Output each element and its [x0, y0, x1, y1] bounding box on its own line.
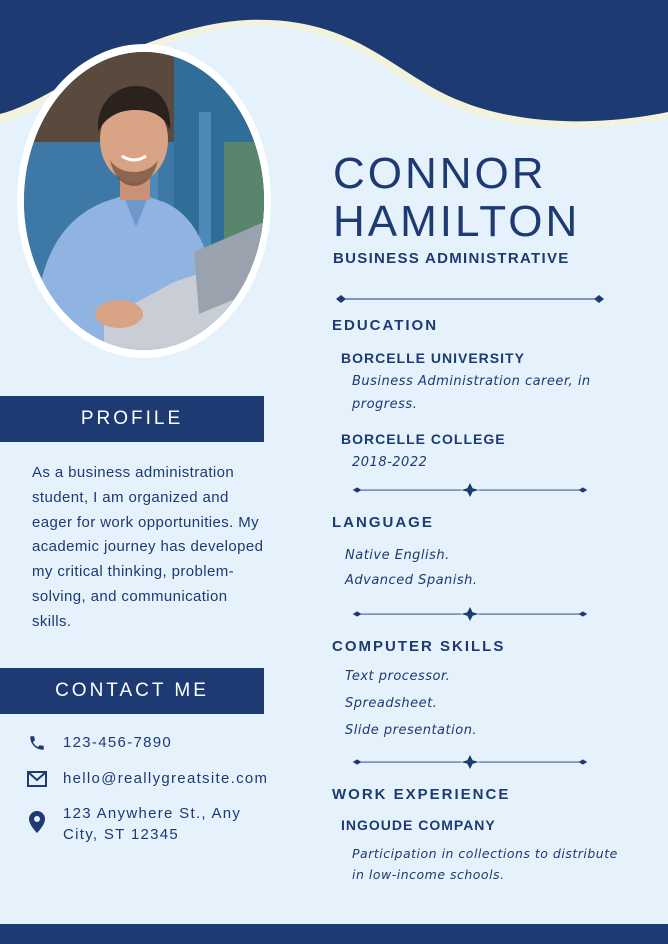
profile-photo — [24, 52, 264, 350]
divider-ornament — [352, 483, 588, 497]
contact-phone[interactable]: 123-456-7890 — [63, 732, 172, 753]
education-institution-2: BORCELLE COLLEGE — [341, 431, 506, 447]
phone-icon — [26, 732, 48, 754]
work-experience-heading: WORK EXPERIENCE — [332, 786, 511, 803]
profile-text: As a business administration student, I … — [32, 464, 264, 630]
computer-skill-item: Slide presentation. — [345, 723, 478, 738]
contact-phone-row: 123-456-7890 — [26, 732, 172, 754]
last-name: HAMILTON — [333, 197, 581, 246]
contact-email-row: hello@reallygreatsite.com — [26, 768, 268, 790]
bottom-bar — [0, 924, 668, 944]
contact-email[interactable]: hello@reallygreatsite.com — [63, 768, 268, 789]
divider-ornament — [336, 295, 604, 303]
education-heading: EDUCATION — [332, 317, 439, 334]
location-pin-icon — [26, 811, 48, 833]
education-institution-1: BORCELLE UNIVERSITY — [341, 350, 525, 366]
envelope-icon — [26, 768, 48, 790]
work-company: INGOUDE COMPANY — [341, 817, 496, 833]
divider-ornament — [352, 755, 588, 769]
contact-banner: CONTACT ME — [0, 668, 264, 714]
work-detail: Participation in collections to distribu… — [352, 846, 618, 882]
profile-banner: PROFILE — [0, 396, 264, 442]
education-detail-1: Business Administration career, in progr… — [352, 374, 591, 412]
name-block: CONNOR HAMILTON BUSINESS ADMINISTRATIVE — [333, 149, 653, 268]
resume-page: CONNOR HAMILTON BUSINESS ADMINISTRATIVE … — [0, 0, 668, 944]
computer-skill-item: Spreadsheet. — [345, 696, 438, 711]
education-detail-2: 2018-2022 — [352, 455, 428, 470]
language-heading: LANGUAGE — [332, 514, 434, 531]
language-item: Advanced Spanish. — [345, 573, 478, 588]
computer-skills-heading: COMPUTER SKILLS — [332, 638, 506, 655]
contact-address: 123 Anywhere St., Any City, ST 12345 — [63, 805, 242, 843]
job-title: BUSINESS ADMINISTRATIVE — [333, 250, 570, 267]
language-item: Native English. — [345, 548, 450, 563]
first-name: CONNOR — [333, 149, 547, 198]
computer-skill-item: Text processor. — [345, 669, 451, 684]
divider-ornament — [352, 607, 588, 621]
contact-address-row: 123 Anywhere St., Any City, ST 12345 — [26, 803, 263, 845]
